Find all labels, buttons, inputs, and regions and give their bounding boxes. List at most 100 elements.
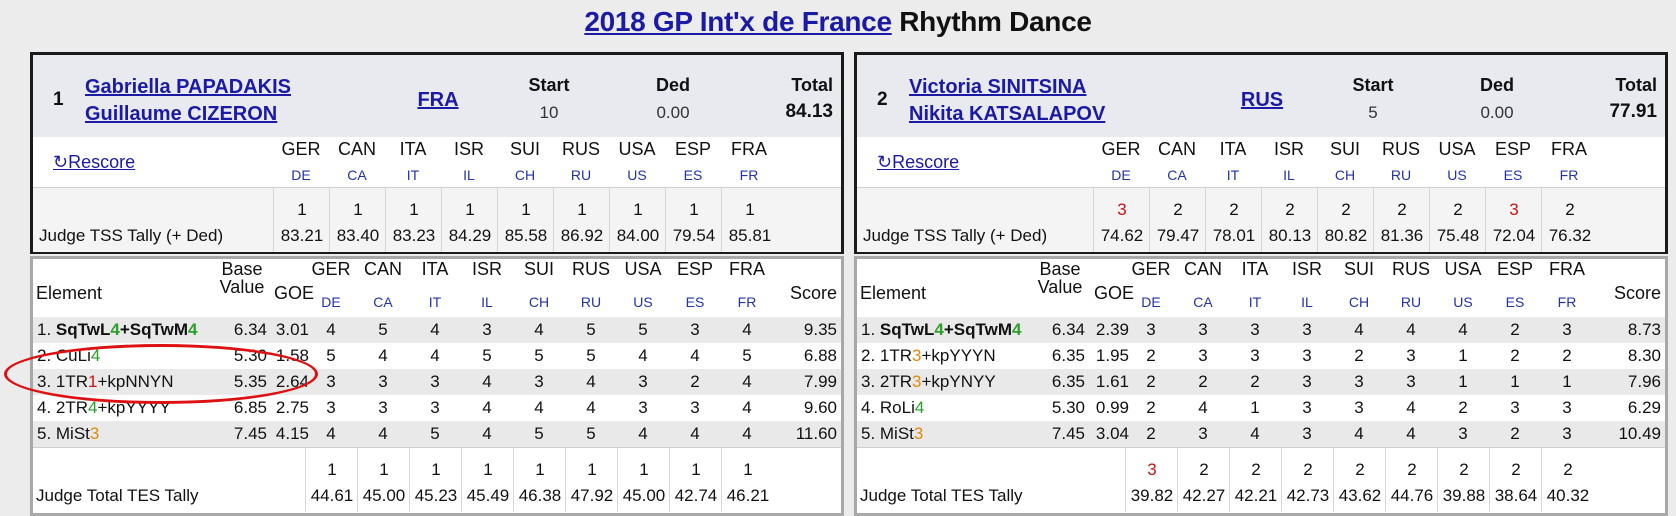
judge-code: RU <box>570 167 592 183</box>
element-part: 4 <box>188 320 198 339</box>
skater-link[interactable]: Nikita KATSALAPOV <box>909 101 1105 128</box>
judge-rank: 1 <box>577 200 587 219</box>
judge-rank: 2 <box>1453 200 1463 219</box>
element-part: 4 <box>110 320 120 339</box>
element-part: 4 <box>1012 320 1022 339</box>
event-link[interactable]: 2018 GP Int'x de France <box>584 6 892 37</box>
element-part: SqTwL <box>879 320 935 339</box>
page-title: 2018 GP Int'x de France Rhythm Dance <box>0 6 1676 38</box>
judge-mark: 3 <box>534 372 544 391</box>
nation-link[interactable]: RUS <box>1237 89 1287 112</box>
judge-mark: 2 <box>1562 346 1572 365</box>
total-value: 77.91 <box>1609 101 1657 122</box>
element-name: 3. 2TR3+kpYNYY <box>861 372 996 392</box>
judge-rank: 1 <box>353 200 363 219</box>
judge-code: RU <box>580 294 602 310</box>
skater-link[interactable]: Guillaume CIZERON <box>85 101 291 128</box>
judge-name: CAN <box>363 259 402 279</box>
rank: 1 <box>53 89 64 110</box>
judge-mark: 3 <box>482 320 492 339</box>
judge-mark: 3 <box>326 398 336 417</box>
judge-mark: 4 <box>742 320 752 339</box>
element-part: 4. RoLi <box>861 398 915 417</box>
team-header: 1 Gabriella PAPADAKIS Guillaume CIZERON … <box>33 55 841 137</box>
judge-tally-cell: 1 84.00 <box>609 188 666 252</box>
judge-rank: 2 <box>1229 200 1239 219</box>
judge-tally-cell: 3 39.82 <box>1125 448 1178 512</box>
judge-rank: 1 <box>483 460 493 479</box>
element-name: 4. 2TR4+kpYYYY <box>37 398 171 418</box>
judge-tally-cell: 1 46.21 <box>721 448 774 512</box>
judge-total: 38.64 <box>1494 486 1538 505</box>
judge-name: ISR <box>453 139 484 159</box>
judge-mark: 4 <box>690 346 700 365</box>
judge-code: CH <box>528 294 550 310</box>
judge-tally-cell: 2 42.73 <box>1281 448 1334 512</box>
judge-name: ESP <box>676 259 714 279</box>
judge-name: ISR <box>1291 259 1322 279</box>
judge-rank: 3 <box>1117 200 1127 219</box>
base-value: 6.34 <box>1051 320 1085 339</box>
element-part: 1. <box>861 320 880 339</box>
judge-rank: 2 <box>1173 200 1183 219</box>
judge-mark: 2 <box>1510 320 1520 339</box>
judge-name: USA <box>624 259 662 279</box>
judge-rank: 2 <box>1407 460 1417 479</box>
judge-mark: 3 <box>1562 398 1572 417</box>
skater-names: Victoria SINITSINA Nikita KATSALAPOV <box>909 74 1105 128</box>
judge-mark: 4 <box>534 398 544 417</box>
judge-code: IT <box>1226 167 1240 183</box>
judge-tally-cell: 1 83.21 <box>273 188 330 252</box>
judge-mark: 4 <box>430 320 440 339</box>
judge-mark: 4 <box>430 346 440 365</box>
table-row: 5. MiSt3 7.45 3.04 2 3 4 3 4 4 3 2 3 10.49 <box>857 421 1665 447</box>
judge-rank: 1 <box>521 200 531 219</box>
judge-total: 83.40 <box>336 226 380 245</box>
element-part: +kpYYYN <box>921 346 996 365</box>
judge-total: 80.82 <box>1324 226 1368 245</box>
judge-code: ES <box>1503 167 1523 183</box>
judge-total: 45.49 <box>466 486 510 505</box>
rescore-link[interactable]: ↻Rescore <box>53 152 135 173</box>
judge-code: IL <box>463 167 475 183</box>
judge-tally-cell: 1 83.23 <box>385 188 442 252</box>
judge-mark: 5 <box>430 424 440 443</box>
rescore-link[interactable]: ↻Rescore <box>877 152 959 173</box>
judge-tally-cell: 1 45.49 <box>461 448 514 512</box>
skater-link[interactable]: Victoria SINITSINA <box>909 74 1105 101</box>
judge-mark: 2 <box>1510 424 1520 443</box>
judge-total: 80.13 <box>1268 226 1312 245</box>
judge-mark: 4 <box>1406 320 1416 339</box>
judge-code: DE <box>1111 167 1131 183</box>
judge-total: 79.54 <box>672 226 716 245</box>
element-score: 7.99 <box>803 372 837 391</box>
segment-name: Rhythm Dance <box>899 6 1092 37</box>
judge-tally-cell: 1 84.29 <box>441 188 498 252</box>
judge-rank: 1 <box>689 200 699 219</box>
judge-mark: 3 <box>638 398 648 417</box>
judge-rank: 2 <box>1251 460 1261 479</box>
skater-link[interactable]: Gabriella PAPADAKIS <box>85 74 291 101</box>
judge-mark: 1 <box>1562 372 1572 391</box>
judge-rank: 2 <box>1341 200 1351 219</box>
judge-code: US <box>627 167 647 183</box>
table-row: 5. MiSt3 7.45 4.15 4 4 5 4 5 5 4 4 4 11.60 <box>33 421 841 447</box>
judge-name: SUI <box>523 259 554 279</box>
judge-name: ITA <box>1219 139 1247 159</box>
judge-mark: 3 <box>1250 346 1260 365</box>
base-value: 7.45 <box>233 424 267 443</box>
judge-mark: 4 <box>378 346 388 365</box>
judge-tally-cell: 1 85.81 <box>721 188 778 252</box>
judge-tally-cell: 2 42.27 <box>1177 448 1230 512</box>
judge-name: FRA <box>1551 139 1587 159</box>
nation-link[interactable]: FRA <box>413 89 463 112</box>
judge-mark: 5 <box>586 346 596 365</box>
judge-mark: 2 <box>1250 372 1260 391</box>
judge-name: GER <box>281 139 321 159</box>
judge-total: 42.21 <box>1234 486 1278 505</box>
judge-name: RUS <box>1381 139 1420 159</box>
judge-mark: 5 <box>586 424 596 443</box>
judge-mark: 1 <box>1458 372 1468 391</box>
total-label: Total <box>1615 75 1657 95</box>
element-table-1: Element Base Value GOE Score GER DE CAN CA I… <box>30 256 844 516</box>
